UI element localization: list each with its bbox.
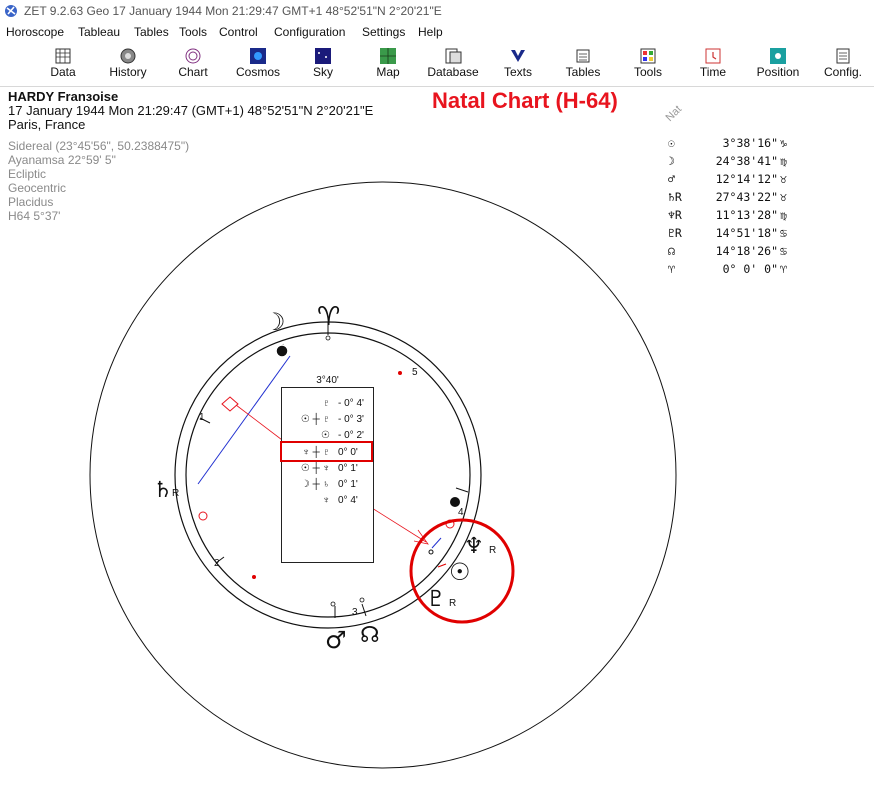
neptune-glyph: ♆ <box>464 534 484 559</box>
midpoint-row: ☽ ┼ ♄ 0° 1' <box>300 479 358 490</box>
outer-circle <box>89 181 677 769</box>
diamond-marker <box>221 396 239 412</box>
neptune-retro: R <box>489 545 496 556</box>
point-dot <box>450 497 460 507</box>
chart-wheel[interactable]: 1 2 3 4 5 ♈ ☽ ♄ R ♂ ☊ ♆ R ☉ ♇ R <box>0 0 874 800</box>
mars-glyph: ♂ <box>325 626 347 654</box>
midpoint-box: 3°40' ♇ - 0° 4' ☉ ┼ ♇ - 0° 3' ☉ - 0° 2' ♆ ┼… <box>281 375 374 563</box>
midpoint-highlight <box>280 441 373 462</box>
house-label-3: 3 <box>352 607 358 618</box>
midpoint-row: ☉ ┼ ♆ 0° 1' <box>300 463 358 474</box>
pluto-retro: R <box>449 598 456 609</box>
house-label-4: 4 <box>458 507 464 518</box>
midpoint-row: ♇ - 0° 4' <box>322 398 364 409</box>
sun-glyph: ☉ <box>449 558 471 586</box>
midpoint-row: ♆ 0° 4' <box>322 495 358 506</box>
node-glyph: ☊ <box>360 623 380 648</box>
aries-glyph: ♈ <box>317 302 340 332</box>
house-label-5: 5 <box>412 367 418 378</box>
midpoint-row: ☉ ┼ ♇ - 0° 3' <box>300 414 364 425</box>
house-label-2: 2 <box>214 558 220 569</box>
moon-glyph: ☽ <box>264 308 286 336</box>
saturn-glyph: ♄ <box>153 478 173 503</box>
moon-dot <box>275 344 289 358</box>
midpoint-header: 3°40' <box>316 375 339 386</box>
saturn-retro: R <box>172 488 179 499</box>
house-label-1: 1 <box>199 412 205 423</box>
